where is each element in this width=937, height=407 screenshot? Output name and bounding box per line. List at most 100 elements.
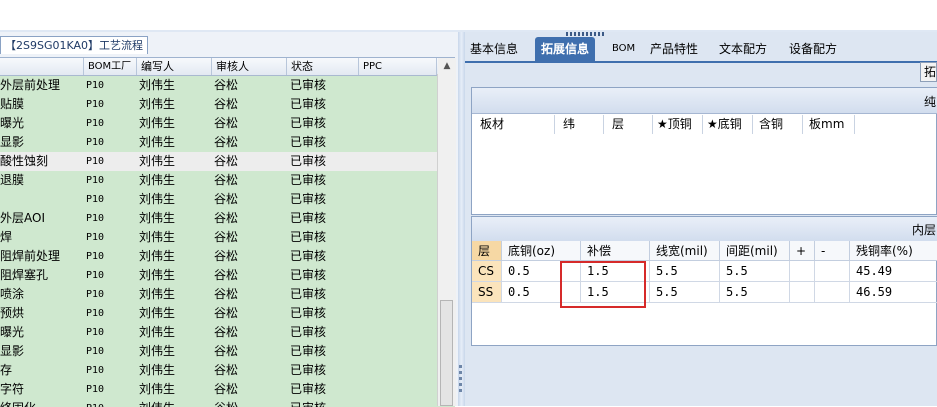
cell-residual-copper[interactable]: 45.49 [850,261,937,282]
col-spacing[interactable]: 间距(mil) [720,241,790,261]
cell-writer: 刘伟生 [139,325,176,339]
table-row[interactable]: 曝光 P10 刘伟生 谷松 已审核 [0,323,437,342]
table-row[interactable]: 阻焊前处理 P10 刘伟生 谷松 已审核 [0,247,437,266]
tab-basic-info[interactable]: 基本信息 [470,37,518,61]
cell-process-name: 曝光 [0,325,25,339]
detail-bottom-area [471,346,937,406]
cell-status: 已审核 [290,230,327,244]
cell-reviewer: 谷松 [214,78,239,92]
col-compensation[interactable]: 补偿 [581,241,650,261]
splitter-grip-icon[interactable] [459,362,463,402]
cell-plus[interactable] [790,261,815,282]
cell-line-width[interactable]: 5.5 [650,261,720,282]
cell-minus[interactable] [815,261,850,282]
cell-status: 已审核 [290,173,327,187]
cell-bom-factory: P10 [86,175,105,186]
cell-writer: 刘伟生 [139,363,176,377]
col-minus[interactable]: - [815,241,850,261]
cell-spacing[interactable]: 5.5 [720,261,790,282]
header-bom-factory[interactable]: BOM工厂 [84,58,137,75]
table-row[interactable]: 预烘 P10 刘伟生 谷松 已审核 [0,304,437,323]
cell-writer: 刘伟生 [139,344,176,358]
col-layer[interactable]: 层 [472,241,502,261]
cell-writer: 刘伟生 [139,173,176,187]
table-row[interactable]: 阻焊塞孔 P10 刘伟生 谷松 已审核 [0,266,437,285]
cell-bom-factory: P10 [86,365,105,376]
tab-product-features[interactable]: 产品特性 [650,37,698,61]
tab-extended-info[interactable]: 拓展信息 [535,37,596,61]
table-row[interactable]: 外层前处理 P10 刘伟生 谷松 已审核 [0,76,437,95]
header-writer[interactable]: 编写人 [137,58,212,75]
col-base-copper[interactable]: 底铜(oz) [502,241,581,261]
cell-bom-factory: P10 [86,346,105,357]
compensation-highlight-box [560,261,646,308]
table-row[interactable]: 焊 P10 刘伟生 谷松 已审核 [0,228,437,247]
laminate-section-title: 纯 [923,95,936,109]
col-board-mm[interactable]: 板mm [803,115,855,134]
process-grid-scrollbar[interactable]: ▲ [437,58,456,406]
cell-spacing[interactable]: 5.5 [720,282,790,303]
col-top-copper[interactable]: ★顶铜 [653,115,703,134]
table-row[interactable]: 外层AOI P10 刘伟生 谷松 已审核 [0,209,437,228]
panel-splitter[interactable] [458,32,465,406]
inner-layer-section: 内层 层底铜(oz) 补偿 线宽(mil) 间距(mil) + - 残铜率(%) CS 0.5 1… [471,216,937,346]
header-reviewer[interactable]: 审核人 [212,58,287,75]
table-row[interactable]: 字符 P10 刘伟生 谷松 已审核 [0,380,437,399]
col-weft[interactable]: 纬 [555,115,604,134]
table-row[interactable]: P10 刘伟生 谷松 已审核 [0,190,437,209]
cell-reviewer: 谷松 [214,97,239,111]
cell-layer[interactable]: SS [472,282,502,303]
header-ppc[interactable]: PPC [359,58,437,75]
cell-process-name: 存 [0,363,13,377]
col-bottom-copper[interactable]: ★底铜 [703,115,753,134]
col-layer[interactable]: 层 [604,115,653,134]
title-strip [0,0,937,31]
header-status[interactable]: 状态 [287,58,359,75]
cell-writer: 刘伟生 [139,306,176,320]
process-grid-header: BOM工厂 编写人 审核人 状态 PPC [0,58,455,76]
cell-status: 已审核 [290,287,327,301]
cell-writer: 刘伟生 [139,154,176,168]
cell-bom-factory: P10 [86,194,105,205]
extend-button[interactable]: 拓 [920,62,937,82]
tab-bom[interactable]: BOM [612,37,635,61]
scroll-up-icon[interactable]: ▲ [438,58,456,74]
col-residual-copper[interactable]: 残铜率(%) [850,241,937,261]
tab-text-recipe[interactable]: 文本配方 [719,37,767,61]
cell-process-name: 显影 [0,135,25,149]
cell-line-width[interactable]: 5.5 [650,282,720,303]
tab-equipment-recipe[interactable]: 设备配方 [789,37,837,61]
cell-bom-factory: P10 [86,270,105,281]
col-copper-content[interactable]: 含铜 [753,115,803,134]
table-row[interactable]: 显影 P10 刘伟生 谷松 已审核 [0,133,437,152]
table-row[interactable]: 贴膜 P10 刘伟生 谷松 已审核 [0,95,437,114]
cell-process-name: 退膜 [0,173,25,187]
cell-process-name: 预烘 [0,306,25,320]
cell-process-name: 阻焊塞孔 [0,268,49,282]
table-row[interactable]: 显影 P10 刘伟生 谷松 已审核 [0,342,437,361]
cell-reviewer: 谷松 [214,154,239,168]
cell-status: 已审核 [290,306,327,320]
header-process-name[interactable] [0,58,84,75]
cell-residual-copper[interactable]: 46.59 [850,282,937,303]
table-row[interactable]: 酸性蚀刻 P10 刘伟生 谷松 已审核 [0,152,437,171]
cell-process-name: 阻焊前处理 [0,249,61,263]
col-plus[interactable]: + [790,241,815,261]
table-row[interactable]: 曝光 P10 刘伟生 谷松 已审核 [0,114,437,133]
laminate-section: 纯 板材 纬 层 ★顶铜 ★底铜 含铜 板mm [471,87,937,215]
table-row[interactable]: 喷涂 P10 刘伟生 谷松 已审核 [0,285,437,304]
process-flow-tab[interactable]: 【2S9SG01KA0】工艺流程 [0,36,149,54]
cell-writer: 刘伟生 [139,78,176,92]
cell-minus[interactable] [815,282,850,303]
cell-layer[interactable]: CS [472,261,502,282]
cell-process-name: 曝光 [0,116,25,130]
scrollbar-thumb[interactable] [440,300,453,406]
table-row[interactable]: 存 P10 刘伟生 谷松 已审核 [0,361,437,380]
laminate-section-header: 纯 [472,88,937,114]
table-row[interactable]: 退膜 P10 刘伟生 谷松 已审核 [0,171,437,190]
cell-plus[interactable] [790,282,815,303]
cell-reviewer: 谷松 [214,382,239,396]
col-board-material[interactable]: 板材 [472,115,555,134]
col-line-width[interactable]: 线宽(mil) [650,241,720,261]
cell-bom-factory: P10 [86,156,105,167]
